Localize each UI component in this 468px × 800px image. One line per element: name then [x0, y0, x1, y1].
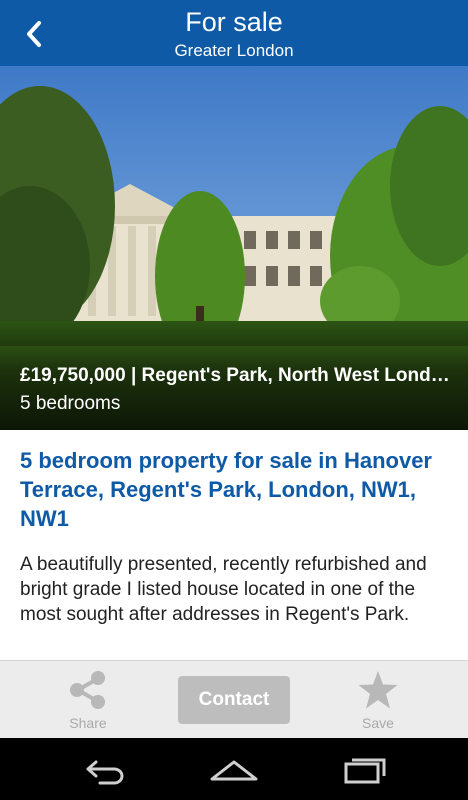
nav-back-button[interactable] — [74, 749, 134, 789]
nav-recents-icon — [344, 758, 386, 784]
nav-recents-button[interactable] — [334, 749, 394, 789]
bedroom-count: 5 bedrooms — [20, 393, 121, 414]
listing-details: 5 bedroom property for sale in Hanover T… — [0, 430, 468, 660]
listing-title: 5 bedroom property for sale in Hanover T… — [20, 448, 432, 531]
system-navigation-bar — [0, 738, 468, 800]
save-button[interactable]: Save — [333, 661, 423, 739]
page-subtitle: Greater London — [174, 41, 294, 60]
nav-back-icon — [86, 760, 124, 785]
property-photo[interactable]: £19,750,000 | Regent's Park, North West … — [0, 66, 468, 430]
nav-home-icon — [210, 760, 258, 781]
share-button[interactable]: Share — [43, 661, 133, 739]
nav-home-button[interactable] — [204, 749, 264, 789]
app-header: For sale Greater London — [0, 0, 468, 66]
page-title: For sale — [185, 7, 283, 37]
action-bar: Share Contact Save — [0, 660, 468, 739]
contact-button[interactable]: Contact — [178, 676, 290, 724]
listing-description: A beautifully presented, recently refurb… — [20, 554, 427, 625]
share-label: Share — [69, 715, 107, 731]
price-location: £19,750,000 | Regent's Park, North West … — [20, 365, 450, 386]
save-label: Save — [362, 715, 394, 731]
share-icon — [70, 671, 105, 709]
star-icon — [358, 671, 398, 709]
